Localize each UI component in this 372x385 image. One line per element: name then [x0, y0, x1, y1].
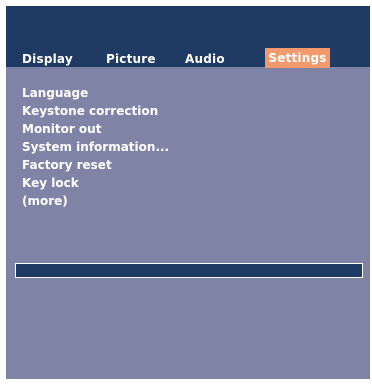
tab-display[interactable]: Display: [22, 50, 73, 68]
settings-menu-list: Language Keystone correction Monitor out…: [22, 84, 169, 210]
tab-picture[interactable]: Picture: [106, 50, 156, 68]
menu-item-more[interactable]: (more): [22, 192, 169, 210]
osd-menu-panel: Display Picture Audio Settings Language …: [6, 6, 370, 379]
tab-audio[interactable]: Audio: [185, 50, 225, 68]
status-bar: [15, 263, 363, 278]
menu-item-language[interactable]: Language: [22, 84, 169, 102]
menu-item-system-information[interactable]: System information...: [22, 138, 169, 156]
menu-header-bar: Display Picture Audio Settings: [6, 6, 370, 68]
menu-item-factory-reset[interactable]: Factory reset: [22, 156, 169, 174]
tab-settings[interactable]: Settings: [265, 48, 330, 68]
menu-item-monitor-out[interactable]: Monitor out: [22, 120, 169, 138]
menu-item-keystone-correction[interactable]: Keystone correction: [22, 102, 169, 120]
menu-item-key-lock[interactable]: Key lock: [22, 174, 169, 192]
